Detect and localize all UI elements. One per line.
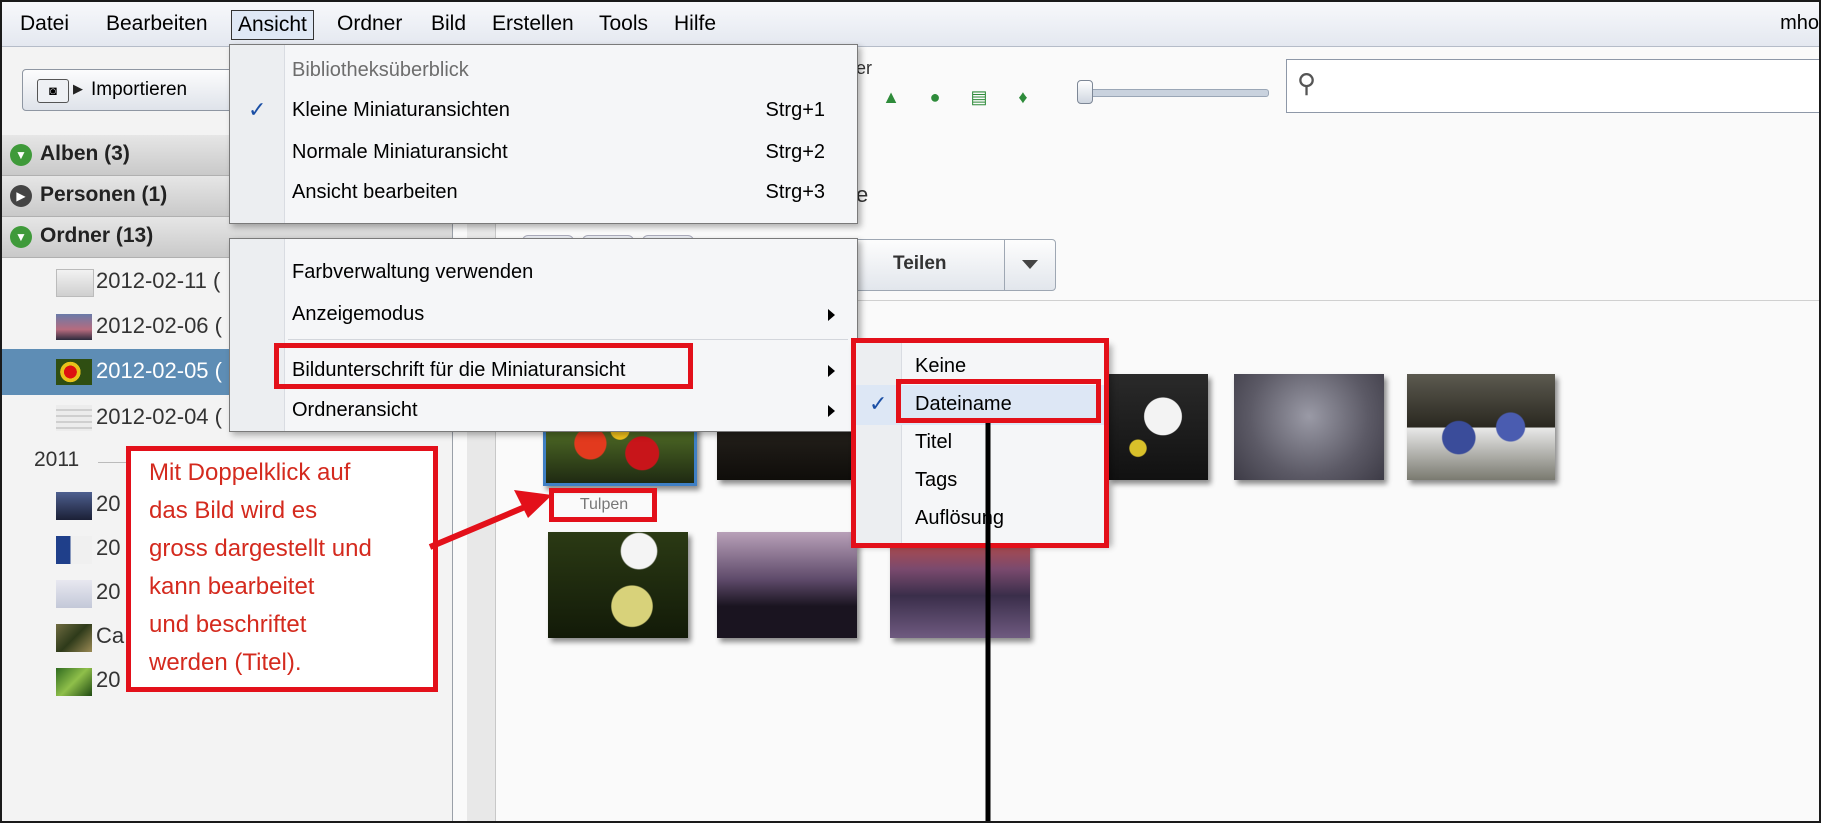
person-icon[interactable]: ●	[922, 84, 948, 110]
folder-thumbnail	[56, 624, 92, 652]
play-arrow-icon: ▶	[73, 81, 83, 96]
share-button[interactable]: Teilen	[854, 239, 1006, 291]
annotation-line: das Bild wird es	[149, 497, 318, 524]
menu-item-library-overview[interactable]: Bibliotheksüberblick	[230, 51, 857, 91]
folder-label: 20	[96, 535, 121, 560]
camera-icon: ◙	[37, 79, 69, 103]
folder-thumbnail	[56, 668, 92, 696]
annotation-callout: Mit Doppelklick auf das Bild wird es gro…	[126, 446, 438, 692]
folder-label: 20	[96, 579, 121, 604]
view-toolbar: ▲ ● ▤ ♦	[842, 72, 1082, 114]
menu-item-edit-view[interactable]: Ansicht bearbeiten Strg+3	[230, 173, 857, 213]
annotation-line: gross dargestellt und	[149, 535, 372, 562]
menu-item-label: Kleine Miniaturansichten	[292, 99, 510, 121]
ansicht-menu: Bibliotheksüberblick ✓ Kleine Miniaturan…	[229, 44, 858, 224]
photo-thumbnail[interactable]	[548, 532, 688, 638]
folder-thumbnail	[56, 359, 92, 385]
view-options-menu: Farbverwaltung verwenden Anzeigemodus Bi…	[229, 238, 858, 432]
up-arrow-icon[interactable]: ▲	[878, 84, 904, 110]
photo-thumbnail[interactable]	[1234, 374, 1384, 480]
submenu-arrow-icon	[828, 405, 835, 417]
expand-down-icon[interactable]: ▼	[10, 226, 32, 248]
import-button[interactable]: ◙ ▶ Importieren	[22, 69, 234, 111]
menu-item-label: Ordneransicht	[292, 399, 418, 421]
zoom-slider[interactable]	[1087, 89, 1269, 97]
pin-icon[interactable]: ♦	[1010, 84, 1036, 110]
submenu-arrow-icon	[828, 365, 835, 377]
folder-label: 20	[96, 491, 121, 516]
menu-item-folder-view[interactable]: Ordneransicht	[230, 391, 857, 431]
menu-bild[interactable]: Bild	[425, 10, 472, 38]
expand-down-icon[interactable]: ▼	[10, 144, 32, 166]
menu-separator	[288, 339, 848, 340]
share-dropdown-button[interactable]	[1004, 239, 1056, 291]
search-icon: ⚲	[1297, 68, 1317, 98]
folder-thumbnail	[56, 269, 94, 297]
photo-thumbnail[interactable]	[717, 532, 857, 638]
menu-ansicht[interactable]: Ansicht	[231, 10, 314, 40]
year-label: 2011	[34, 448, 80, 471]
menu-item-label: Normale Miniaturansicht	[292, 141, 508, 163]
submenu-arrow-icon	[828, 309, 835, 321]
menu-datei[interactable]: Datei	[14, 10, 75, 38]
film-icon[interactable]: ▤	[966, 84, 992, 110]
menu-item-label: Farbverwaltung verwenden	[292, 261, 534, 283]
folder-thumbnail	[56, 492, 92, 520]
annotation-line: werden (Titel).	[149, 649, 302, 676]
highlight-box	[549, 488, 657, 522]
annotation-line: und beschriftet	[149, 611, 307, 638]
folder-label: 2012-02-06 (	[96, 313, 222, 338]
folder-label: Ca	[96, 623, 125, 648]
highlight-box	[851, 338, 1109, 548]
menu-item-small-thumbnails[interactable]: ✓ Kleine Miniaturansichten Strg+1	[230, 91, 857, 131]
folder-label: 2012-02-11 (	[96, 268, 221, 293]
menu-bar: Datei Bearbeiten Ansicht Ordner Bild Ers…	[2, 2, 1819, 47]
albums-label: Alben (3)	[40, 142, 130, 165]
share-label: Teilen	[893, 253, 947, 274]
application-window: Datei Bearbeiten Ansicht Ordner Bild Ers…	[0, 0, 1821, 823]
highlight-box	[896, 379, 1101, 423]
folder-label: 2012-02-04 (	[96, 404, 222, 429]
photo-thumbnail[interactable]	[1108, 374, 1208, 480]
menu-ordner[interactable]: Ordner	[331, 10, 408, 38]
expand-right-icon[interactable]: ▶	[10, 185, 32, 207]
menu-item-shortcut: Strg+3	[765, 181, 825, 203]
folder-thumbnail	[56, 314, 92, 340]
folder-thumbnail	[56, 405, 92, 431]
zoom-slider-handle[interactable]	[1077, 80, 1093, 104]
folder-thumbnail	[56, 536, 92, 564]
folder-label: 20	[96, 667, 121, 692]
persons-label: Personen (1)	[40, 183, 168, 206]
chevron-down-icon	[1022, 260, 1038, 269]
menu-item-normal-thumbnails[interactable]: Normale Miniaturansicht Strg+2	[230, 133, 857, 173]
menu-item-shortcut: Strg+2	[765, 141, 825, 163]
folder-thumbnail	[56, 580, 92, 608]
menu-item-shortcut: Strg+1	[765, 99, 825, 121]
menu-item-display-mode[interactable]: Anzeigemodus	[230, 295, 857, 335]
folders-label: Ordner (13)	[40, 224, 154, 247]
photo-thumbnail[interactable]	[1407, 374, 1555, 480]
import-label: Importieren	[91, 79, 188, 100]
annotation-line: Mit Doppelklick auf	[149, 459, 351, 486]
menu-item-color-management[interactable]: Farbverwaltung verwenden	[230, 253, 857, 293]
menu-item-label: Anzeigemodus	[292, 303, 425, 325]
menu-hilfe[interactable]: Hilfe	[668, 10, 722, 38]
check-icon: ✓	[248, 97, 267, 122]
menu-item-label: Bibliotheksüberblick	[292, 59, 469, 81]
folder-label: 2012-02-05 (	[96, 358, 222, 383]
menu-item-label: Ansicht bearbeiten	[292, 181, 458, 203]
annotation-line: kann bearbeitet	[149, 573, 315, 600]
highlight-box	[274, 343, 693, 389]
user-name: mho	[1780, 12, 1819, 34]
menu-tools[interactable]: Tools	[593, 10, 654, 38]
menu-erstellen[interactable]: Erstellen	[486, 10, 580, 38]
menu-bearbeiten[interactable]: Bearbeiten	[100, 10, 214, 38]
search-input[interactable]: ⚲	[1286, 59, 1819, 113]
